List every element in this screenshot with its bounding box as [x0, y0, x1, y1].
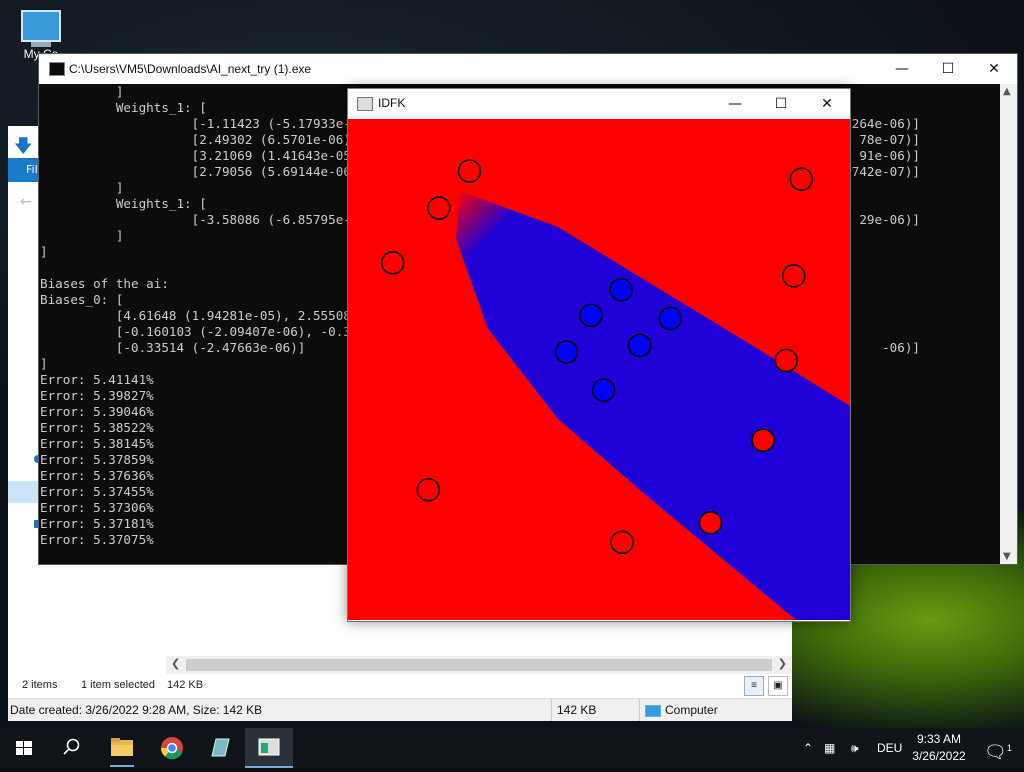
red-data-point: [416, 477, 441, 502]
red-data-point: [751, 428, 775, 452]
taskbar-app[interactable]: [196, 728, 244, 768]
idfk-window[interactable]: IDFK — ☐ ✕: [347, 88, 851, 622]
back-arrow-icon[interactable]: ←: [20, 194, 32, 210]
volume-icon[interactable]: 🕪: [851, 728, 859, 768]
red-data-point: [427, 196, 451, 220]
search-button[interactable]: [48, 728, 96, 768]
idfk-app-icon: [357, 97, 373, 111]
red-data-point: [457, 159, 482, 183]
idfk-titlebar[interactable]: IDFK — ☐ ✕: [348, 89, 850, 119]
console-app-icon: [49, 62, 65, 76]
explorer-nav-pane: 🡇 Fil ←: [8, 126, 42, 656]
status-size: 142 KB: [167, 679, 204, 691]
close-button[interactable]: ✕: [971, 54, 1017, 84]
blue-data-point: [579, 303, 603, 328]
taskbar-chrome[interactable]: [148, 728, 196, 768]
window-app-icon: [258, 738, 280, 756]
details-view-icon[interactable]: ≡: [744, 676, 764, 696]
red-data-point: [789, 167, 814, 191]
explorer-details-bar: Date created: 3/26/2022 9:28 AM, Size: 1…: [8, 698, 792, 721]
show-hidden-icons[interactable]: ⌃: [803, 728, 813, 768]
explorer-status-bar: 2 items 1 item selected 142 KB ≡ ▣: [8, 676, 792, 696]
clock[interactable]: 9:33 AM 3/26/2022: [906, 731, 972, 765]
clock-date: 3/26/2022: [912, 749, 966, 763]
scroll-left-icon[interactable]: ❮: [171, 657, 180, 670]
red-data-point: [698, 511, 723, 535]
red-data-point: [380, 250, 405, 275]
red-data-point: [781, 264, 806, 288]
maximize-button[interactable]: ☐: [925, 54, 971, 84]
computer-icon: [21, 10, 61, 42]
notification-icon[interactable]: 🗨1: [984, 728, 1012, 768]
tree-selected-item[interactable]: [8, 481, 40, 503]
status-item-count: 2 items: [22, 679, 58, 691]
computer-icon: [645, 704, 661, 717]
clock-time: 9:33 AM: [916, 732, 962, 746]
minimize-button[interactable]: —: [712, 89, 758, 119]
scrollbar-thumb[interactable]: [186, 659, 772, 671]
file-tab[interactable]: Fil: [8, 158, 40, 182]
close-button[interactable]: ✕: [804, 89, 850, 119]
blue-data-point: [658, 306, 683, 331]
taskbar-idfk[interactable]: [245, 728, 293, 768]
taskbar: ⌃ ▦ 🕪 DEU 9:33 AM 3/26/2022 🗨1: [0, 728, 1024, 768]
blue-data-point: [627, 333, 652, 358]
blue-data-point: [554, 340, 579, 364]
network-icon[interactable]: ▦: [824, 728, 835, 768]
blue-data-point: [591, 378, 616, 402]
windows-icon: [16, 741, 32, 755]
folder-icon: [110, 738, 134, 767]
maximize-button[interactable]: ☐: [758, 89, 804, 119]
console-title: C:\Users\VM5\Downloads\AI_next_try (1).e…: [69, 62, 312, 76]
app-icon: [211, 738, 230, 757]
classification-canvas: [348, 119, 850, 620]
status-selected: 1 item selected: [81, 679, 155, 691]
blue-data-point: [609, 278, 633, 302]
minimize-button[interactable]: —: [879, 54, 925, 84]
console-vertical-scrollbar[interactable]: ▲ ▼: [1000, 84, 1017, 564]
taskbar-explorer[interactable]: [98, 728, 146, 768]
horizontal-scrollbar[interactable]: ❮ ❯: [166, 656, 792, 674]
details-location: Computer: [665, 703, 718, 717]
red-data-point: [774, 348, 799, 373]
details-size: 142 KB: [557, 703, 597, 717]
red-data-point: [610, 530, 634, 555]
search-icon: [63, 738, 80, 755]
idfk-title: IDFK: [378, 96, 406, 110]
start-button[interactable]: [0, 728, 48, 768]
console-titlebar[interactable]: C:\Users\VM5\Downloads\AI_next_try (1).e…: [39, 54, 1017, 84]
large-icons-view-icon[interactable]: ▣: [768, 676, 788, 696]
scroll-down-icon[interactable]: ▼: [1003, 551, 1011, 562]
notification-count: 1: [1006, 743, 1012, 753]
details-created: Date created: 3/26/2022 9:28 AM, Size: 1…: [10, 703, 263, 717]
language-indicator[interactable]: DEU: [877, 728, 902, 768]
scroll-up-icon[interactable]: ▲: [1003, 86, 1011, 97]
chrome-icon: [160, 737, 183, 760]
scroll-right-icon[interactable]: ❯: [778, 657, 787, 670]
